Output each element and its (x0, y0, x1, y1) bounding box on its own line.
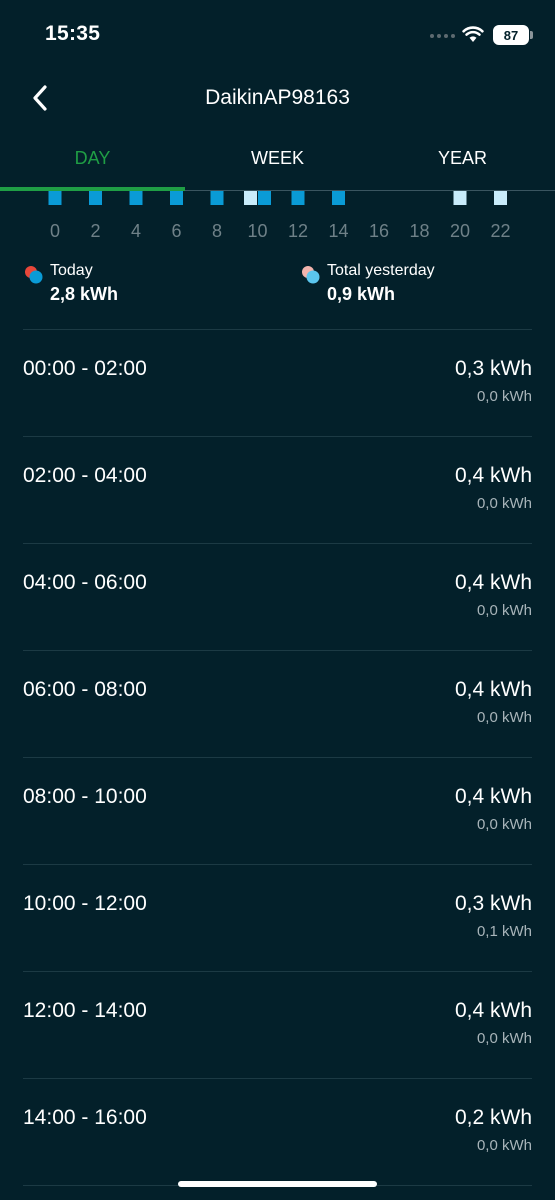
row-yesterday-value: 0,0 kWh (476, 1137, 532, 1154)
row-time-range: 10:00 - 12:00 (23, 892, 147, 915)
row-today-value: 0,4 kWh (454, 678, 532, 701)
row-time-range: 12:00 - 14:00 (23, 999, 147, 1022)
row-today-value: 0,3 kWh (454, 357, 532, 380)
row-yesterday-value: 0,0 kWh (476, 495, 532, 512)
page-title: DaikinAP98163 (205, 86, 350, 109)
yesterday-bar-22[interactable] (494, 191, 507, 205)
battery-level: 87 (503, 27, 519, 43)
yesterday-bar-10[interactable] (244, 191, 257, 205)
row-yesterday-value: 0,1 kWh (476, 923, 532, 940)
row-time-range: 00:00 - 02:00 (23, 357, 147, 380)
today-bar-6[interactable] (170, 191, 183, 205)
battery-icon: 87 (493, 25, 529, 45)
legend-yesterday-label: Total yesterday (327, 262, 435, 279)
home-indicator (178, 1181, 377, 1187)
x-tick-label-22: 22 (490, 221, 510, 241)
x-tick-label-14: 14 (328, 221, 348, 241)
energy-consumption-screen: 15:35 87 DaikinAP98163 DAY WEEK YEAR 0 2 4… (0, 0, 555, 1200)
status-time: 15:35 (45, 22, 101, 45)
today-bar-10[interactable] (258, 191, 271, 205)
row-time-range: 04:00 - 06:00 (23, 571, 147, 594)
tab-week[interactable]: WEEK (185, 148, 370, 169)
tab-day[interactable]: DAY (0, 148, 185, 169)
x-tick-label-18: 18 (409, 221, 429, 241)
list-item[interactable]: 12:00 - 14:00 0,4 kWh 0,0 kWh (23, 972, 532, 1078)
list-item[interactable]: 00:00 - 02:00 0,3 kWh 0,0 kWh (23, 330, 532, 436)
x-tick-label-20: 20 (450, 221, 470, 241)
row-yesterday-value: 0,0 kWh (476, 1030, 532, 1047)
status-bar: 15:35 87 (0, 0, 555, 70)
tab-year[interactable]: YEAR (370, 148, 555, 169)
x-tick-label-12: 12 (288, 221, 308, 241)
list-item[interactable]: 06:00 - 08:00 0,4 kWh 0,0 kWh (23, 651, 532, 757)
row-today-value: 0,4 kWh (454, 571, 532, 594)
wifi-icon (462, 26, 484, 42)
row-time-range: 08:00 - 10:00 (23, 785, 147, 808)
x-tick-label-8: 8 (212, 221, 222, 241)
list-item[interactable]: 04:00 - 06:00 0,4 kWh 0,0 kWh (23, 544, 532, 650)
consumption-list: 00:00 - 02:00 0,3 kWh 0,0 kWh 02:00 - 04… (23, 329, 532, 1186)
energy-bar-chart[interactable]: 0 2 4 6 8 10 12 14 16 18 20 22 (0, 191, 555, 243)
period-tabs: DAY WEEK YEAR (0, 140, 555, 191)
today-bar-2[interactable] (89, 191, 102, 205)
x-tick-label-16: 16 (369, 221, 389, 241)
x-tick-label-0: 0 (50, 221, 60, 241)
row-today-value: 0,4 kWh (454, 999, 532, 1022)
today-bar-12[interactable] (291, 191, 305, 205)
legend-today-value: 2,8 kWh (50, 284, 119, 304)
row-today-value: 0,4 kWh (454, 464, 532, 487)
list-item[interactable]: 14:00 - 16:00 0,2 kWh 0,0 kWh (23, 1079, 532, 1185)
yesterday-bar-20[interactable] (453, 191, 467, 205)
list-item[interactable]: 08:00 - 10:00 0,4 kWh 0,0 kWh (23, 758, 532, 864)
today-bar-0[interactable] (48, 191, 62, 205)
yesterday-legend-icon (302, 266, 320, 284)
row-today-value: 0,2 kWh (454, 1106, 532, 1129)
row-yesterday-value: 0,0 kWh (476, 388, 532, 405)
today-bar-8[interactable] (210, 191, 224, 205)
row-today-value: 0,3 kWh (454, 892, 532, 915)
x-tick-label-6: 6 (171, 221, 181, 241)
row-today-value: 0,4 kWh (454, 785, 532, 808)
today-bar-4[interactable] (129, 191, 143, 205)
row-yesterday-value: 0,0 kWh (476, 709, 532, 726)
x-tick-label-4: 4 (131, 221, 141, 241)
list-item[interactable]: 10:00 - 12:00 0,3 kWh 0,1 kWh (23, 865, 532, 971)
today-bar-14[interactable] (332, 191, 345, 205)
row-time-range: 02:00 - 04:00 (23, 464, 147, 487)
row-yesterday-value: 0,0 kWh (476, 816, 532, 833)
legend-yesterday-value: 0,9 kWh (327, 284, 396, 304)
x-tick-label-2: 2 (90, 221, 100, 241)
battery-nub (530, 31, 533, 39)
today-legend-icon (25, 266, 43, 284)
legend-today-label: Today (50, 262, 93, 279)
list-item[interactable]: 02:00 - 04:00 0,4 kWh 0,0 kWh (23, 437, 532, 543)
cellular-signal-icon (430, 34, 455, 38)
x-tick-label-10: 10 (247, 221, 267, 241)
row-time-range: 14:00 - 16:00 (23, 1106, 147, 1129)
row-time-range: 06:00 - 08:00 (23, 678, 147, 701)
row-yesterday-value: 0,0 kWh (476, 602, 532, 619)
